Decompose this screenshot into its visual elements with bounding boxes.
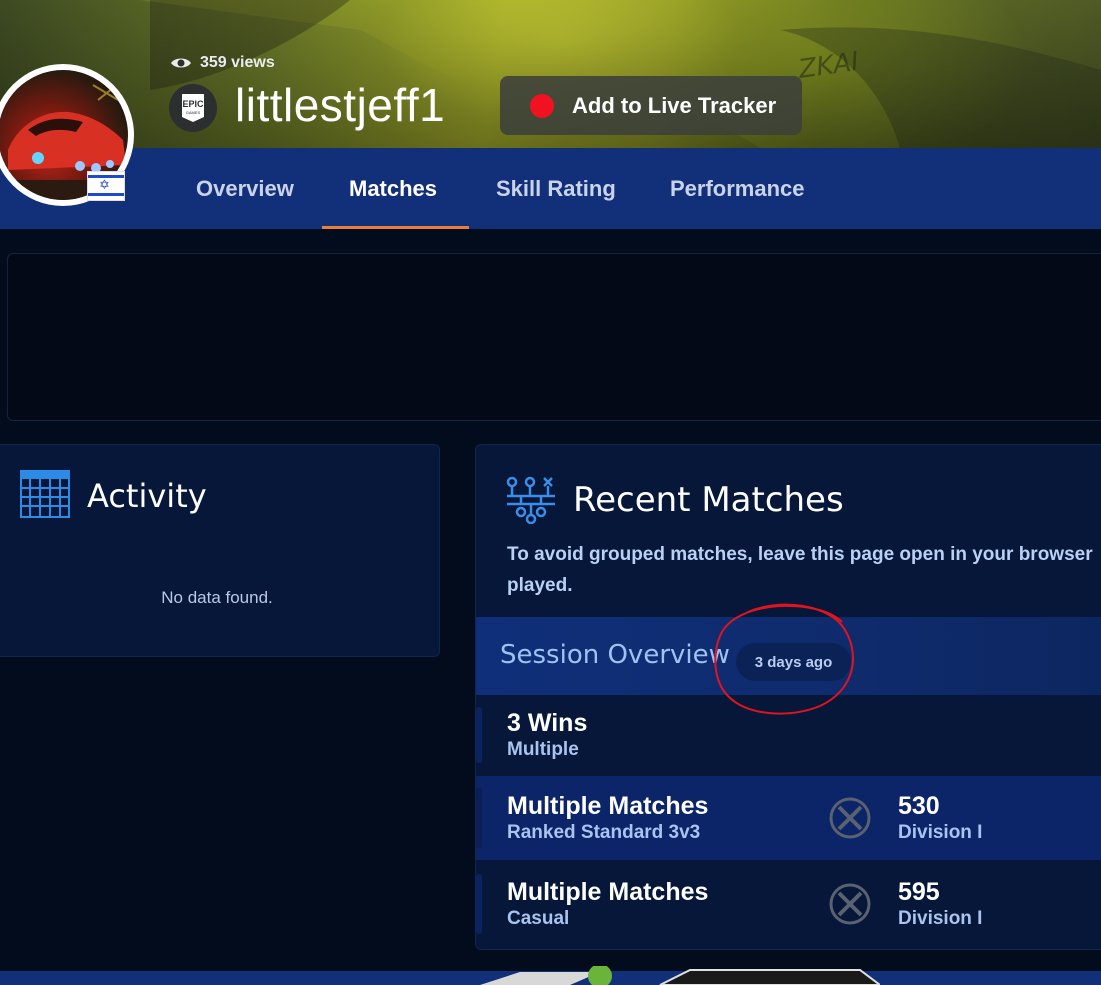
record-dot-icon xyxy=(530,93,554,118)
active-tab-indicator xyxy=(322,226,469,229)
tab-performance[interactable]: Performance xyxy=(670,148,805,229)
live-tracker-label: Add to Live Tracker xyxy=(572,92,777,118)
username: littlestjeff1 xyxy=(235,79,446,131)
ad-placeholder xyxy=(7,253,1101,421)
activity-card: Activity No data found. xyxy=(0,444,440,657)
match-row[interactable]: Multiple Matches Ranked Standard 3v3 530… xyxy=(476,776,1101,860)
session-summary-row: 3 Wins Multiple xyxy=(476,695,1101,775)
session-overview-title: Session Overview xyxy=(500,640,730,670)
wins-count: 3 Wins xyxy=(507,709,588,737)
activity-title: Activity xyxy=(87,477,207,515)
match-division: Division I xyxy=(898,822,983,843)
match-row[interactable]: Multiple Matches Casual 595 Division I xyxy=(476,860,1101,949)
match-rating: 530 xyxy=(898,792,940,820)
recent-matches-card: Recent Matches To avoid grouped matches,… xyxy=(475,444,1101,950)
view-count: 359 views xyxy=(170,54,275,72)
epic-games-icon: EPIC GAMES xyxy=(169,84,217,132)
session-time-badge: 3 days ago xyxy=(736,643,851,681)
activity-empty-text: No data found. xyxy=(161,588,273,607)
tab-matches[interactable]: Matches xyxy=(349,148,437,229)
summary-mode: Multiple xyxy=(507,739,579,760)
session-overview-header[interactable]: Session Overview 3 days ago xyxy=(476,617,1101,695)
recent-matches-title: Recent Matches xyxy=(573,480,844,520)
calendar-icon xyxy=(20,470,70,518)
svg-text:GAMES: GAMES xyxy=(186,110,201,115)
bracket-tree-icon xyxy=(506,476,555,524)
unranked-icon xyxy=(829,797,871,839)
view-count-text: 359 views xyxy=(200,54,275,71)
match-rating: 595 xyxy=(898,878,940,906)
israel-flag-icon: ✡ xyxy=(87,171,125,201)
match-playlist: Casual xyxy=(507,908,570,929)
match-title: Multiple Matches xyxy=(507,792,709,820)
recent-matches-description: To avoid grouped matches, leave this pag… xyxy=(507,544,1093,596)
tab-overview[interactable]: Overview xyxy=(196,148,294,229)
svg-text:EPIC: EPIC xyxy=(182,99,204,109)
match-title: Multiple Matches xyxy=(507,878,709,906)
add-to-live-tracker-button[interactable]: Add to Live Tracker xyxy=(500,76,802,135)
footer-art xyxy=(480,966,880,985)
unranked-icon xyxy=(829,883,871,925)
eye-icon xyxy=(171,58,191,68)
match-division: Division I xyxy=(898,908,983,929)
match-playlist: Ranked Standard 3v3 xyxy=(507,822,701,843)
tab-skill-rating[interactable]: Skill Rating xyxy=(496,148,616,229)
